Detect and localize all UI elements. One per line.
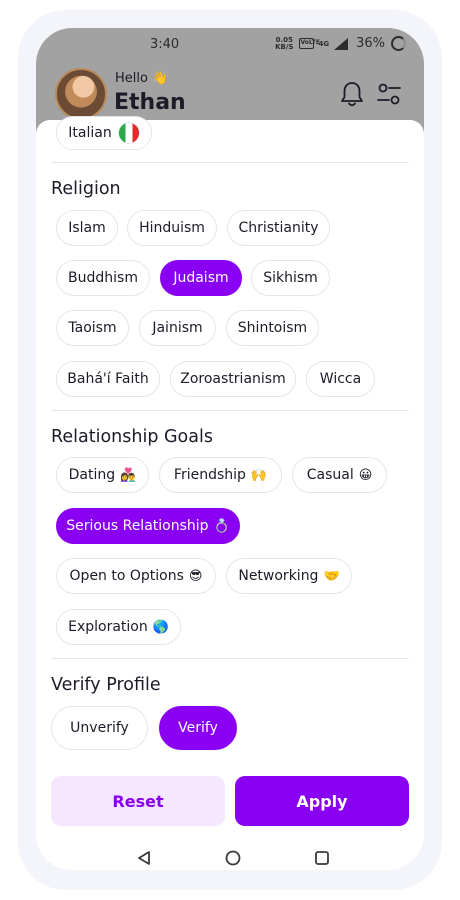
volte-icon: VoLTE	[299, 38, 320, 49]
section-title-relationship-goals: Relationship Goals	[51, 427, 213, 447]
chip-verify-unverify[interactable]: Unverify	[51, 706, 148, 750]
italy-flag-icon	[117, 122, 140, 144]
network-speed: 0.05 KB/S	[275, 36, 294, 51]
chip-goal-dating[interactable]: Dating 👩‍❤️‍👨	[56, 457, 149, 493]
chip-label: Christianity	[238, 220, 319, 236]
apply-button[interactable]: Apply	[235, 776, 409, 826]
home-circle-icon[interactable]	[225, 850, 241, 866]
chip-label: Wicca	[319, 371, 362, 387]
filter-sheet: Italian Religion Islam Hinduism Christia…	[36, 116, 424, 870]
chip-label: Jainism	[152, 320, 203, 336]
recents-square-icon[interactable]	[314, 850, 330, 866]
back-triangle-icon[interactable]	[136, 850, 152, 866]
chip-religion-judaism[interactable]: Judaism	[160, 260, 242, 296]
chip-label: Taoism	[68, 320, 117, 336]
chip-goal-exploration[interactable]: Exploration 🌎	[56, 609, 181, 645]
chip-label: Bahá'í Faith	[67, 371, 149, 387]
chip-label: Dating	[68, 467, 116, 483]
reset-button[interactable]: Reset	[51, 776, 225, 826]
sunglasses-emoji-icon: 😎	[188, 568, 203, 584]
divider	[51, 410, 409, 411]
chip-religion-bahai-faith[interactable]: Bahá'í Faith	[56, 361, 160, 397]
user-name: Ethan	[114, 90, 186, 115]
chip-verify-verify[interactable]: Verify	[159, 706, 237, 750]
chip-goal-friendship[interactable]: Friendship 🙌	[159, 457, 282, 493]
battery-percent: 36%	[356, 36, 385, 51]
signal-icon	[334, 37, 349, 50]
status-bar: 3:40 0.05 KB/S VoLTE 4G 36%	[36, 28, 424, 62]
handshake-emoji-icon: 🤝	[323, 568, 340, 584]
section-title-religion: Religion	[51, 179, 121, 199]
network-type: 4G	[318, 39, 330, 48]
chip-label: Friendship	[173, 467, 246, 483]
filter-icon[interactable]	[376, 82, 402, 106]
chip-label: Zoroastrianism	[180, 371, 286, 387]
chip-label: Shintoism	[237, 320, 308, 336]
chip-label: Hinduism	[139, 220, 205, 236]
chip-religion-buddhism[interactable]: Buddhism	[56, 260, 150, 296]
chip-religion-islam[interactable]: Islam	[56, 210, 118, 246]
chip-religion-zoroastrianism[interactable]: Zoroastrianism	[170, 361, 296, 397]
chip-label: Networking	[238, 568, 319, 584]
system-nav-bar	[36, 838, 424, 870]
chip-label: Open to Options	[69, 568, 184, 584]
chip-label: Sikhism	[263, 270, 318, 286]
status-icons: 0.05 KB/S VoLTE 4G 36%	[275, 36, 406, 51]
greeting-text: Hello 👋	[115, 71, 169, 86]
chip-religion-sikhism[interactable]: Sikhism	[251, 260, 330, 296]
chip-religion-jainism[interactable]: Jainism	[139, 310, 216, 346]
chip-goal-casual[interactable]: Casual 😀	[292, 457, 387, 493]
chip-label: Exploration	[68, 619, 148, 635]
chip-religion-hinduism[interactable]: Hinduism	[127, 210, 217, 246]
phone-screen: 3:40 0.05 KB/S VoLTE 4G 36% Hello 👋 Etha…	[36, 28, 424, 870]
chip-language-italian[interactable]: Italian	[56, 116, 152, 150]
avatar[interactable]	[55, 68, 107, 120]
chip-label: Buddhism	[68, 270, 138, 286]
chip-religion-shintoism[interactable]: Shintoism	[226, 310, 319, 346]
chip-goal-open-to-options[interactable]: Open to Options 😎	[56, 558, 216, 594]
globe-emoji-icon: 🌎	[152, 619, 169, 635]
section-title-verify-profile: Verify Profile	[51, 675, 161, 695]
chip-label: Judaism	[173, 270, 229, 286]
ring-emoji-icon: 💍	[213, 518, 230, 534]
chip-label: Unverify	[70, 720, 129, 736]
bell-icon[interactable]	[339, 80, 365, 108]
chip-label: Italian	[68, 125, 112, 141]
chip-religion-taoism[interactable]: Taoism	[56, 310, 129, 346]
chip-goal-networking[interactable]: Networking 🤝	[226, 558, 352, 594]
raised-hands-emoji-icon: 🙌	[250, 467, 268, 483]
divider	[51, 658, 409, 659]
network-speed-unit: KB/S	[275, 42, 294, 51]
chip-goal-serious-relationship[interactable]: Serious Relationship 💍	[56, 508, 240, 544]
chip-religion-christianity[interactable]: Christianity	[227, 210, 330, 246]
status-time: 3:40	[150, 37, 180, 52]
grinning-face-emoji-icon: 😀	[358, 467, 373, 483]
battery-icon	[391, 36, 406, 51]
chip-label: Casual	[306, 467, 354, 483]
divider	[51, 162, 409, 163]
chip-religion-wicca[interactable]: Wicca	[306, 361, 375, 397]
chip-label: Serious Relationship	[66, 518, 209, 534]
chip-label: Islam	[68, 220, 106, 236]
couple-emoji-icon: 👩‍❤️‍👨	[120, 467, 137, 483]
chip-label: Verify	[178, 720, 218, 736]
